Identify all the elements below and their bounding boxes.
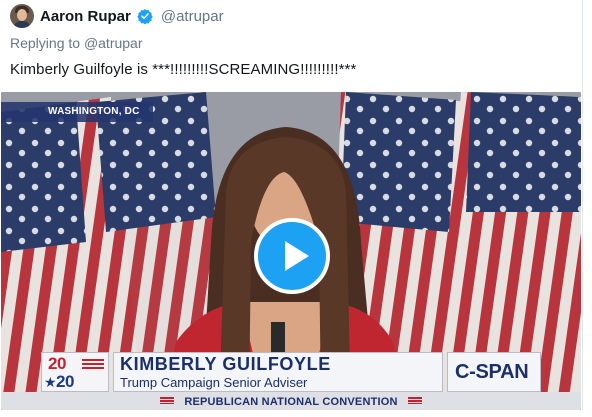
network-logo: C-SPAN	[447, 352, 541, 392]
reply-context: Replying to @atrupar	[10, 35, 143, 51]
event-name: REPUBLICAN NATIONAL CONVENTION	[184, 396, 398, 408]
logo-stripes-icon	[82, 359, 104, 370]
flag-stripes-icon	[159, 397, 174, 405]
reply-to-handle[interactable]: @atrupar	[84, 35, 143, 51]
user-handle[interactable]: @atrupar	[161, 8, 224, 25]
event-banner: REPUBLICAN NATIONAL CONVENTION	[1, 392, 581, 410]
avatar[interactable]	[10, 4, 34, 28]
verified-badge-icon	[137, 9, 153, 24]
display-name[interactable]: Aaron Rupar	[40, 8, 131, 25]
tweet-text: Kimberly Guilfoyle is ***!!!!!!!!!SCREAM…	[10, 61, 357, 78]
play-button[interactable]	[254, 218, 330, 294]
reply-prefix: Replying to	[10, 35, 81, 51]
play-icon	[285, 241, 309, 271]
tweet-card: Aaron Rupar @atrupar Replying to @atrupa…	[0, 0, 592, 417]
speaker-name: KIMBERLY GUILFOYLE	[120, 354, 331, 374]
location-tag: WASHINGTON, DC	[1, 102, 153, 122]
logo-top-digits: 20	[48, 354, 66, 373]
speaker-title: Trump Campaign Senior Adviser	[120, 375, 308, 390]
flag-stripes-icon	[408, 397, 423, 405]
network-name: C-SPAN	[455, 361, 529, 383]
speaker-name-box: KIMBERLY GUILFOYLE Trump Campaign Senior…	[113, 352, 443, 392]
logo-bottom-digits: 20	[56, 372, 74, 391]
star-icon: ★	[44, 374, 57, 390]
tweet-header: Aaron Rupar @atrupar	[10, 4, 224, 28]
lower-third: 20 ★ 20 KIMBERLY GUILFOYLE Trump Campaig…	[41, 352, 541, 392]
card-border	[582, 0, 583, 410]
video-player[interactable]: WASHINGTON, DC 20 ★ 20 KIMBERLY GUILFOYL…	[1, 92, 581, 410]
rnc-2020-logo: 20 ★ 20	[41, 352, 109, 392]
